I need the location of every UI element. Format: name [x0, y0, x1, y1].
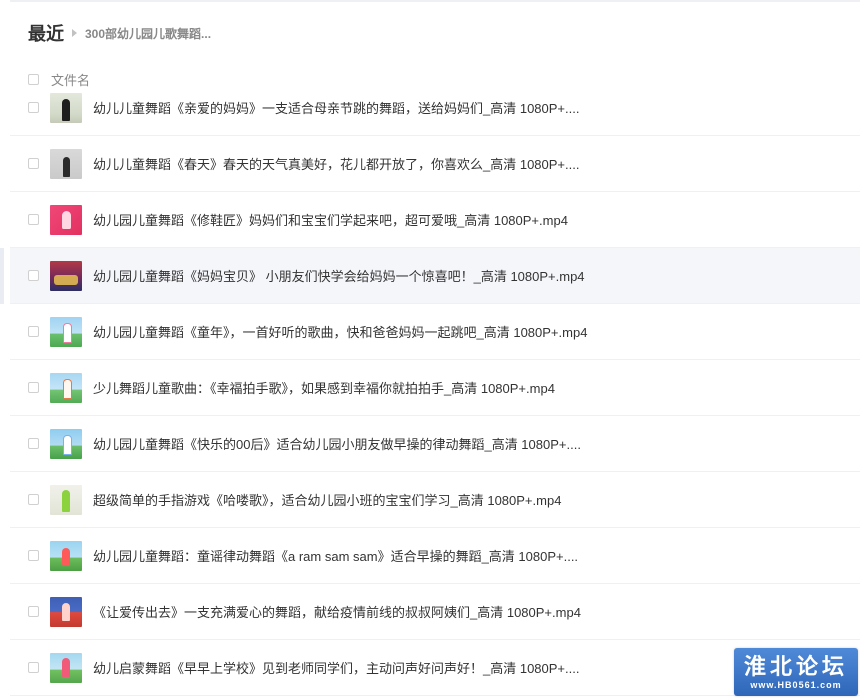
file-name[interactable]: 幼儿儿童舞蹈《亲爱的妈妈》一支适合母亲节跳的舞蹈，送给妈妈们_高清 1080P+…	[93, 98, 579, 117]
row-checkbox[interactable]	[28, 550, 39, 561]
file-row[interactable]: 《让爱传出去》一支充满爱心的舞蹈，献给疫情前线的叔叔阿姨们_高清 1080P+.…	[10, 584, 860, 640]
row-checkbox[interactable]	[28, 270, 39, 281]
file-row[interactable]: 幼儿儿童舞蹈《春天》春天的天气真美好，花儿都开放了，你喜欢么_高清 1080P+…	[10, 136, 860, 192]
row-checkbox[interactable]	[28, 382, 39, 393]
video-thumbnail	[50, 596, 82, 627]
file-name[interactable]: 超级简单的手指游戏《哈喽歌》，适合幼儿园小班的宝宝们学习_高清 1080P+.m…	[93, 490, 561, 509]
video-thumbnail	[50, 316, 82, 347]
row-checkbox[interactable]	[28, 494, 39, 505]
file-name[interactable]: 幼儿园儿童舞蹈《童年》，一首好听的歌曲，快和爸爸妈妈一起跳吧_高清 1080P+…	[93, 322, 587, 341]
file-name[interactable]: 幼儿园儿童舞蹈《修鞋匠》妈妈们和宝宝们学起来吧，超可爱哦_高清 1080P+.m…	[93, 210, 568, 229]
page-header: 最近 300部幼儿园儿歌舞蹈...	[28, 18, 211, 48]
row-checkbox[interactable]	[28, 438, 39, 449]
file-row[interactable]: 幼儿园儿童舞蹈：童谣律动舞蹈《a ram sam sam》适合早操的舞蹈_高清 …	[10, 528, 860, 584]
file-row[interactable]: 幼儿儿童舞蹈《亲爱的妈妈》一支适合母亲节跳的舞蹈，送给妈妈们_高清 1080P+…	[10, 80, 860, 136]
file-name[interactable]: 少儿舞蹈儿童歌曲：《幸福拍手歌》，如果感到幸福你就拍拍手_高清 1080P+.m…	[93, 378, 555, 397]
video-thumbnail	[50, 484, 82, 515]
page-title: 最近	[28, 24, 64, 44]
video-thumbnail	[50, 148, 82, 179]
video-thumbnail	[50, 260, 82, 291]
file-row[interactable]: 幼儿园儿童舞蹈《快乐的00后》适合幼儿园小朋友做早操的律动舞蹈_高清 1080P…	[10, 416, 860, 472]
top-divider	[10, 0, 860, 2]
video-thumbnail	[50, 92, 82, 123]
hover-indicator	[0, 248, 4, 304]
file-row[interactable]: 超级简单的手指游戏《哈喽歌》，适合幼儿园小班的宝宝们学习_高清 1080P+.m…	[10, 472, 860, 528]
video-thumbnail	[50, 428, 82, 459]
video-thumbnail	[50, 652, 82, 683]
watermark-url: www.HB0561.com	[750, 680, 842, 690]
file-row[interactable]: 幼儿启蒙舞蹈《早早上学校》见到老师同学们，主动问声好问声好！_高清 1080P+…	[10, 640, 860, 696]
file-name[interactable]: 幼儿园儿童舞蹈：童谣律动舞蹈《a ram sam sam》适合早操的舞蹈_高清 …	[93, 546, 578, 565]
file-row-hovered[interactable]: 幼儿园儿童舞蹈《妈妈宝贝》 小朋友们快学会给妈妈一个惊喜吧！_高清 1080P+…	[10, 248, 860, 304]
forum-watermark-logo: 淮北论坛 www.HB0561.com	[734, 648, 858, 696]
video-thumbnail	[50, 540, 82, 571]
row-checkbox[interactable]	[28, 214, 39, 225]
video-thumbnail	[50, 204, 82, 235]
file-row[interactable]: 幼儿园儿童舞蹈《童年》，一首好听的歌曲，快和爸爸妈妈一起跳吧_高清 1080P+…	[10, 304, 860, 360]
file-name[interactable]: 幼儿儿童舞蹈《春天》春天的天气真美好，花儿都开放了，你喜欢么_高清 1080P+…	[93, 154, 579, 173]
file-row[interactable]: 少儿舞蹈儿童歌曲：《幸福拍手歌》，如果感到幸福你就拍拍手_高清 1080P+.m…	[10, 360, 860, 416]
file-name[interactable]: 幼儿启蒙舞蹈《早早上学校》见到老师同学们，主动问声好问声好！_高清 1080P+…	[93, 658, 579, 677]
file-list: 幼儿儿童舞蹈《亲爱的妈妈》一支适合母亲节跳的舞蹈，送给妈妈们_高清 1080P+…	[10, 80, 860, 696]
row-checkbox[interactable]	[28, 662, 39, 673]
video-thumbnail	[50, 372, 82, 403]
row-checkbox[interactable]	[28, 158, 39, 169]
file-row[interactable]: 幼儿园儿童舞蹈《修鞋匠》妈妈们和宝宝们学起来吧，超可爱哦_高清 1080P+.m…	[10, 192, 860, 248]
file-name[interactable]: 幼儿园儿童舞蹈《妈妈宝贝》 小朋友们快学会给妈妈一个惊喜吧！_高清 1080P+…	[93, 266, 585, 285]
breadcrumb-arrow-icon	[72, 29, 77, 37]
watermark-title: 淮北论坛	[743, 654, 848, 679]
file-name[interactable]: 幼儿园儿童舞蹈《快乐的00后》适合幼儿园小朋友做早操的律动舞蹈_高清 1080P…	[93, 434, 581, 453]
row-checkbox[interactable]	[28, 102, 39, 113]
file-name[interactable]: 《让爱传出去》一支充满爱心的舞蹈，献给疫情前线的叔叔阿姨们_高清 1080P+.…	[93, 602, 581, 621]
row-checkbox[interactable]	[28, 326, 39, 337]
breadcrumb-folder-link[interactable]: 300部幼儿园儿歌舞蹈...	[85, 25, 211, 42]
row-checkbox[interactable]	[28, 606, 39, 617]
